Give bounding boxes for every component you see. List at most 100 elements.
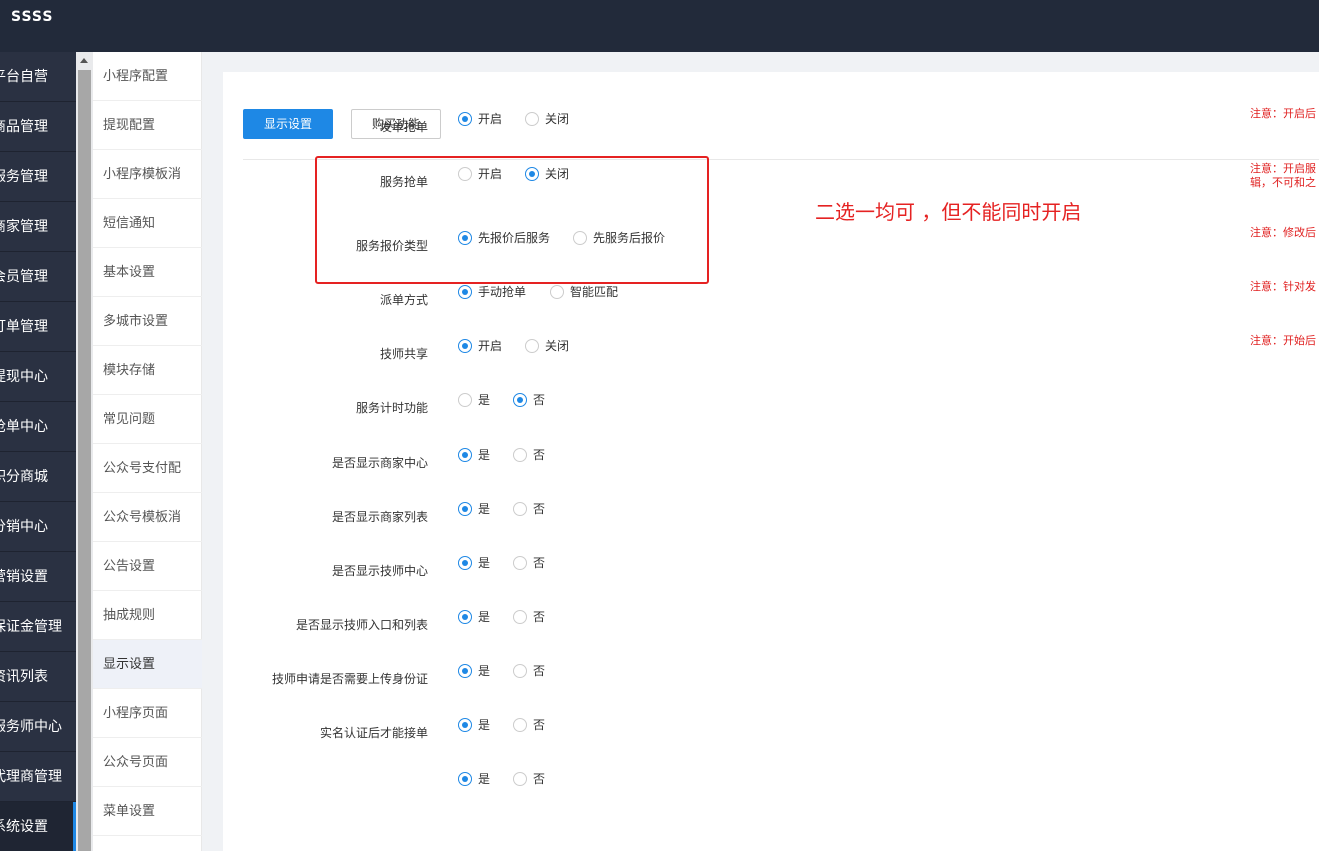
settings-subnav: 小程序配置 提现配置 小程序模板消 短信通知 基本设置 多城市设置 模块存储 常见问题 公众号支… bbox=[93, 52, 202, 851]
radio-option[interactable]: 是 bbox=[458, 715, 490, 735]
radio-option[interactable]: 是 bbox=[458, 445, 490, 465]
subnav-item[interactable]: 菜单设置 bbox=[93, 787, 202, 836]
radio-checked-icon[interactable] bbox=[458, 664, 472, 678]
sidebar-item[interactable]: 服务师中心 bbox=[0, 702, 76, 752]
subnav-item[interactable]: 公告设置 bbox=[93, 542, 202, 591]
subnav-item[interactable]: 模块存储 bbox=[93, 346, 202, 395]
sidebar-item[interactable]: 提现中心 bbox=[0, 352, 76, 402]
sidebar-item[interactable]: 会员管理 bbox=[0, 252, 76, 302]
radio-option[interactable]: 是 bbox=[458, 769, 490, 789]
radio-option-label: 否 bbox=[533, 718, 546, 732]
subnav-item[interactable]: 公众号页面 bbox=[93, 738, 202, 787]
radio-checked-icon[interactable] bbox=[458, 718, 472, 732]
radio-option-label: 是 bbox=[478, 556, 491, 570]
sidebar-item[interactable]: 系统设置 bbox=[0, 802, 76, 851]
radio-option[interactable]: 否 bbox=[513, 769, 545, 789]
radio-option-label: 开启 bbox=[478, 339, 503, 353]
radio-option-label: 否 bbox=[533, 772, 546, 786]
radio-option[interactable]: 否 bbox=[513, 607, 545, 627]
radio-option[interactable]: 智能匹配 bbox=[550, 282, 618, 302]
sidebar-item[interactable]: 订单管理 bbox=[0, 302, 76, 352]
radio-unchecked-icon[interactable] bbox=[513, 502, 527, 516]
radio-option-label: 否 bbox=[533, 556, 546, 570]
radio-option[interactable]: 否 bbox=[513, 715, 545, 735]
radio-option[interactable]: 关闭 bbox=[525, 336, 569, 356]
scrollbar-thumb[interactable] bbox=[78, 70, 91, 851]
radio-checked-icon[interactable] bbox=[458, 610, 472, 624]
sidebar-item[interactable]: 商品管理 bbox=[0, 102, 76, 152]
radio-option[interactable]: 是 bbox=[458, 661, 490, 681]
radio-option[interactable]: 是 bbox=[458, 553, 490, 573]
subnav-item[interactable]: 基本设置 bbox=[93, 248, 202, 297]
radio-checked-icon[interactable] bbox=[458, 285, 472, 299]
setting-note: 注意：开启服 辑，不可和之 bbox=[1250, 162, 1316, 190]
radio-checked-icon[interactable] bbox=[513, 393, 527, 407]
sidebar-item[interactable]: 平台自营 bbox=[0, 52, 76, 102]
sidebar-item-label: 代理商管理 bbox=[0, 769, 62, 785]
sidebar-item[interactable]: 代理商管理 bbox=[0, 752, 76, 802]
radio-unchecked-icon[interactable] bbox=[513, 556, 527, 570]
radio-option[interactable]: 否 bbox=[513, 445, 545, 465]
radio-option-label: 是 bbox=[478, 664, 491, 678]
subnav-item[interactable]: 小程序模板消 bbox=[93, 150, 202, 199]
sidebar-item-label: 服务师中心 bbox=[0, 719, 62, 735]
scroll-up-icon[interactable] bbox=[80, 58, 88, 63]
subnav-item[interactable]: 公众号模板消 bbox=[93, 493, 202, 542]
sidebar-item[interactable]: 分销中心 bbox=[0, 502, 76, 552]
radio-option[interactable]: 否 bbox=[513, 661, 545, 681]
radio-checked-icon[interactable] bbox=[458, 112, 472, 126]
radio-checked-icon[interactable] bbox=[458, 502, 472, 516]
radio-unchecked-icon[interactable] bbox=[513, 610, 527, 624]
subnav-item[interactable]: 抽成规则 bbox=[93, 591, 202, 640]
subnav-item[interactable]: 多城市设置 bbox=[93, 297, 202, 346]
radio-option[interactable]: 否 bbox=[513, 499, 545, 519]
radio-unchecked-icon[interactable] bbox=[525, 339, 539, 353]
setting-row: 是否显示技师入口和列表 是 否 bbox=[223, 607, 1319, 637]
radio-option-label: 是 bbox=[478, 448, 491, 462]
radio-option[interactable]: 是 bbox=[458, 390, 490, 410]
subnav-item[interactable]: 显示设置 bbox=[93, 640, 202, 689]
radio-unchecked-icon[interactable] bbox=[513, 772, 527, 786]
radio-option[interactable]: 是 bbox=[458, 499, 490, 519]
subnav-item[interactable]: 短信通知 bbox=[93, 199, 202, 248]
radio-unchecked-icon[interactable] bbox=[458, 393, 472, 407]
radio-option[interactable]: 开启 bbox=[458, 109, 502, 129]
sidebar-item[interactable]: 商家管理 bbox=[0, 202, 76, 252]
highlight-box bbox=[315, 156, 709, 284]
radio-option[interactable]: 否 bbox=[513, 390, 545, 410]
radio-checked-icon[interactable] bbox=[458, 448, 472, 462]
sidebar-item[interactable]: 资讯列表 bbox=[0, 652, 76, 702]
subnav-item[interactable]: 小程序页面 bbox=[93, 689, 202, 738]
radio-option-label: 否 bbox=[533, 393, 546, 407]
setting-row: 服务计时功能 是 否 bbox=[223, 390, 1319, 420]
sidebar-item[interactable]: 抢单中心 bbox=[0, 402, 76, 452]
sidebar-item[interactable]: 积分商城 bbox=[0, 452, 76, 502]
radio-option[interactable]: 手动抢单 bbox=[458, 282, 526, 302]
annotation-text: 二选一均可 ，但不能同时开启 bbox=[815, 200, 1082, 224]
radio-unchecked-icon[interactable] bbox=[513, 718, 527, 732]
sidebar-scrollbar[interactable] bbox=[76, 52, 93, 851]
radio-option-label: 关闭 bbox=[545, 112, 570, 126]
sidebar-item[interactable]: 营销设置 bbox=[0, 552, 76, 602]
radio-checked-icon[interactable] bbox=[458, 772, 472, 786]
radio-checked-icon[interactable] bbox=[458, 339, 472, 353]
radio-option-label: 是 bbox=[478, 718, 491, 732]
radio-checked-icon[interactable] bbox=[458, 556, 472, 570]
radio-unchecked-icon[interactable] bbox=[550, 285, 564, 299]
subnav-item[interactable]: 常见问题 bbox=[93, 395, 202, 444]
radio-unchecked-icon[interactable] bbox=[513, 664, 527, 678]
sidebar-item[interactable]: 服务管理 bbox=[0, 152, 76, 202]
radio-option-label: 否 bbox=[533, 664, 546, 678]
subnav-item[interactable]: 提现配置 bbox=[93, 101, 202, 150]
radio-unchecked-icon[interactable] bbox=[525, 112, 539, 126]
subnav-item[interactable]: 公众号支付配 bbox=[93, 444, 202, 493]
radio-option-label: 是 bbox=[478, 772, 491, 786]
radio-option[interactable]: 开启 bbox=[458, 336, 502, 356]
radio-option[interactable]: 是 bbox=[458, 607, 490, 627]
radio-option[interactable]: 关闭 bbox=[525, 109, 569, 129]
radio-unchecked-icon[interactable] bbox=[513, 448, 527, 462]
subnav-item[interactable]: 小程序配置 bbox=[93, 52, 202, 101]
sidebar-item-label: 保证金管理 bbox=[0, 619, 62, 635]
sidebar-item[interactable]: 保证金管理 bbox=[0, 602, 76, 652]
radio-option[interactable]: 否 bbox=[513, 553, 545, 573]
